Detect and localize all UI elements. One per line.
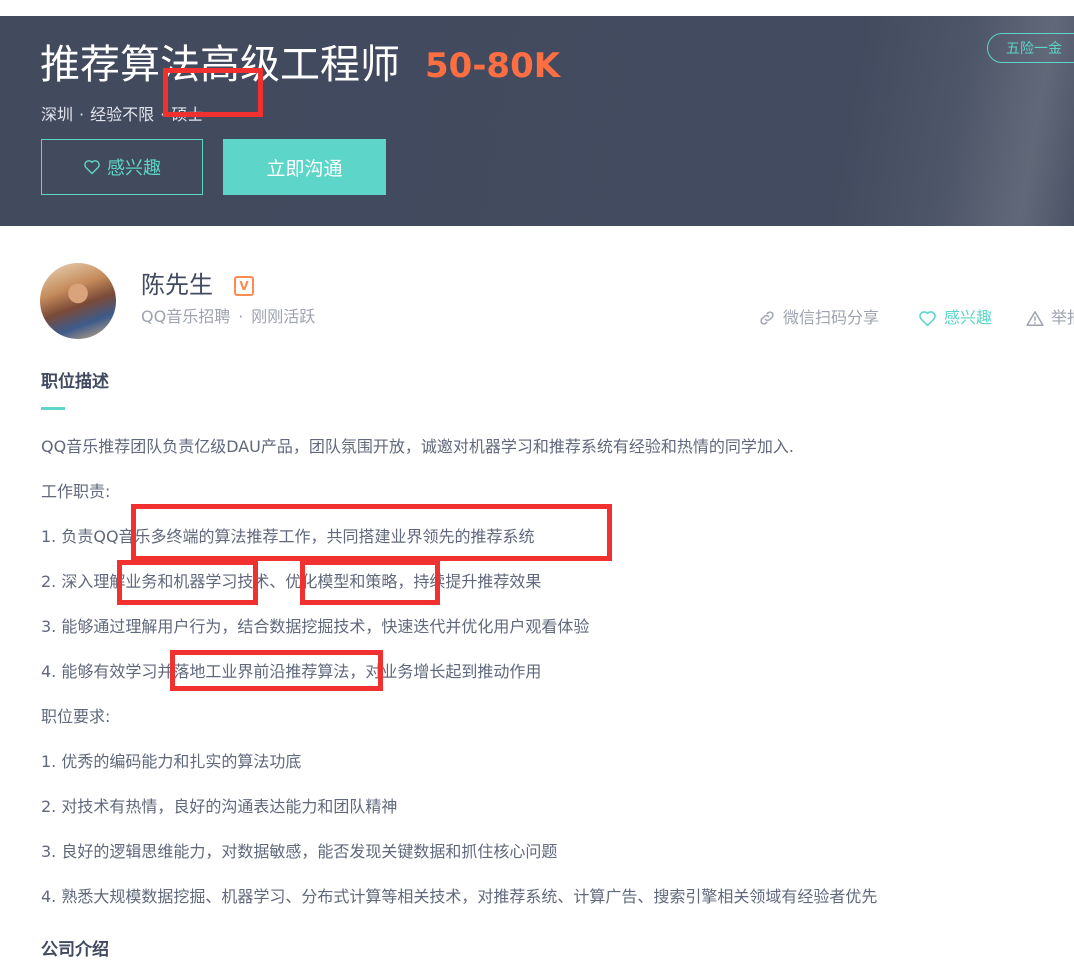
job-description-title: 职位描述 — [41, 372, 109, 392]
recruiter-info: QQ音乐招聘 · 刚刚活跃 — [141, 305, 315, 329]
interest-button[interactable]: 感兴趣 — [41, 139, 203, 195]
heart-icon — [919, 310, 936, 326]
highlight-box — [163, 68, 263, 117]
meta-separator: · — [79, 105, 85, 124]
interest-button-label: 感兴趣 — [107, 158, 161, 179]
description-line: 3. 能够通过理解用户行为，结合数据挖掘技术，快速迭代并优化用户观看体验 — [41, 617, 590, 636]
highlight-box — [170, 650, 383, 691]
description-line: 职位要求: — [41, 707, 111, 726]
top-strip — [0, 0, 1074, 16]
company-intro-title: 公司介绍 — [41, 940, 109, 960]
warning-icon — [1026, 310, 1044, 326]
description-line: 2. 对技术有热情，良好的沟通表达能力和团队精神 — [41, 797, 398, 816]
interest-link[interactable]: 感兴趣 — [918, 306, 992, 330]
highlight-box — [300, 560, 440, 605]
recruiter-status: 刚刚活跃 — [251, 307, 316, 326]
interest-link-label: 感兴趣 — [944, 308, 993, 327]
job-experience: 经验不限 — [90, 105, 155, 124]
description-line: 3. 良好的逻辑思维能力，对数据敏感，能否发现关键数据和抓住核心问题 — [41, 842, 558, 861]
job-header-banner: 推荐算法高级工程师 50-80K 深圳 · 经验不限 · 硕士 五险一金 感兴趣 立即沟… — [0, 16, 1074, 226]
description-line: 4. 熟悉大规模数据挖掘、机器学习、分布式计算等相关技术，对推荐系统、计算广告、… — [41, 887, 878, 906]
recruiter-name: 陈先生 — [141, 271, 213, 299]
recruiter-avatar[interactable] — [40, 263, 116, 339]
highlight-box — [117, 560, 258, 605]
share-link[interactable]: 微信扫码分享 — [758, 306, 879, 330]
heart-icon — [83, 159, 101, 175]
info-separator: · — [238, 307, 244, 326]
description-line: 1. 优秀的编码能力和扎实的算法功底 — [41, 752, 302, 771]
recruiter-company: QQ音乐招聘 — [141, 307, 231, 326]
section-underline — [41, 407, 65, 410]
salary: 50-80K — [425, 46, 561, 86]
job-city: 深圳 — [41, 105, 74, 124]
share-label: 微信扫码分享 — [783, 308, 880, 327]
description-line: QQ音乐推荐团队负责亿级DAU产品，团队氛围开放，诚邀对机器学习和推荐系统有经验… — [41, 437, 794, 456]
highlight-box — [131, 504, 612, 561]
report-link[interactable]: 举报 — [1026, 306, 1074, 330]
link-icon — [760, 311, 774, 325]
benefit-badge: 五险一金 — [987, 33, 1074, 63]
description-line: 工作职责: — [41, 482, 111, 501]
chat-now-button[interactable]: 立即沟通 — [223, 139, 386, 195]
report-label: 举报 — [1051, 308, 1074, 327]
verified-badge-icon: V — [234, 276, 254, 296]
